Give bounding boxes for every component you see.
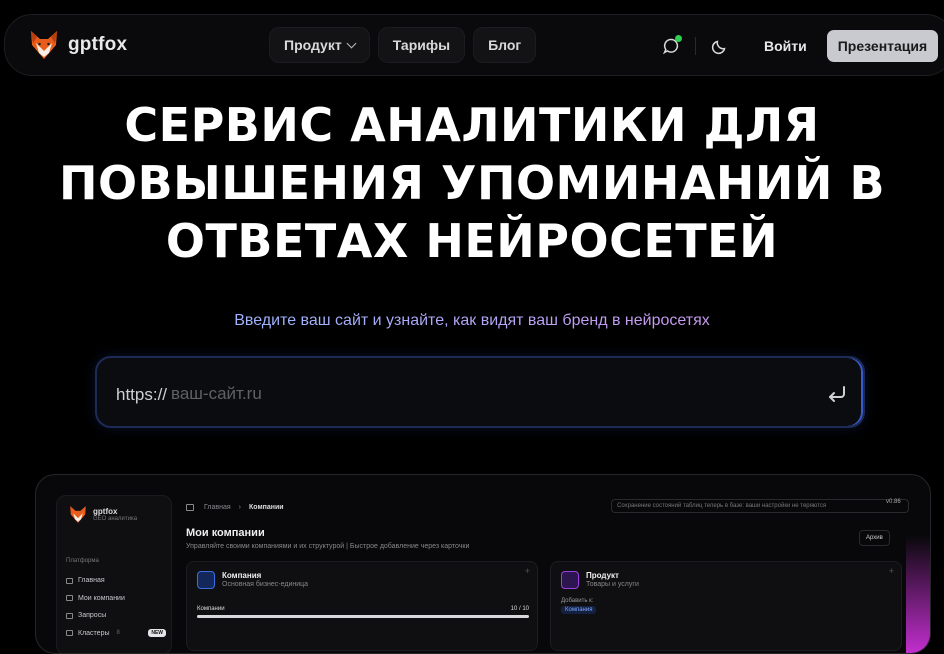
- logo[interactable]: gptfox: [29, 31, 127, 59]
- nav-actions: Войти Презентация: [657, 30, 939, 62]
- login-link[interactable]: Войти: [764, 38, 807, 54]
- fox-logo-icon: [31, 31, 57, 59]
- fox-logo-icon: [70, 506, 86, 523]
- breadcrumb: Главная › Компании: [204, 504, 284, 511]
- theme-toggle[interactable]: [706, 32, 734, 60]
- sidebar-section-label: Платформа: [66, 558, 99, 564]
- card-title: Компания: [222, 571, 262, 580]
- box-icon: [561, 571, 579, 589]
- product-card[interactable]: Продукт Товары и услуги + Добавить к: Ко…: [550, 561, 902, 651]
- enter-return-icon: [829, 386, 845, 402]
- sidebar-item-clusters[interactable]: Кластеры 8 NEW: [66, 625, 166, 643]
- preview-topbar: Главная › Компании Сохранение состояний …: [186, 499, 914, 515]
- site-url-input[interactable]: [171, 380, 791, 408]
- divider: [695, 37, 696, 55]
- new-badge: NEW: [148, 629, 166, 638]
- moon-icon: [711, 40, 726, 55]
- presentation-button[interactable]: Презентация: [826, 30, 939, 62]
- folder-icon: [66, 595, 73, 602]
- top-navbar: gptfox Продукт Тарифы Блог Войти Презент…: [4, 14, 944, 76]
- sidebar-item-label: Запросы: [78, 612, 107, 620]
- sidebar-item-home[interactable]: Главная: [66, 572, 166, 590]
- accent-glow: [906, 535, 930, 653]
- layers-icon: [66, 630, 73, 637]
- hero-subtitle: Введите ваш сайт и узнайте, как видят ва…: [0, 312, 944, 330]
- card-desc: Основная бизнес-единица: [222, 581, 309, 588]
- save-state-note: Сохранение состояний таблиц теперь в баз…: [611, 499, 909, 513]
- add-icon[interactable]: +: [525, 566, 530, 576]
- building-icon: [197, 571, 215, 589]
- breadcrumb-current: Компании: [249, 503, 284, 511]
- add-icon[interactable]: +: [889, 566, 894, 576]
- online-status-dot: [675, 35, 682, 42]
- hero-title-line: ПОВЫШЕНИЯ УПОМИНАНИЙ В: [58, 156, 886, 210]
- card-progress-row: Компании 10 / 10: [197, 606, 529, 612]
- chevron-down-icon: [346, 38, 357, 48]
- menu-blog[interactable]: Блог: [473, 27, 537, 63]
- progress-value: 10 / 10: [510, 606, 529, 612]
- card-desc: Товары и услуги: [586, 581, 639, 588]
- company-tag[interactable]: Компания: [561, 606, 597, 614]
- sidebar-item-label: Кластеры: [78, 629, 110, 637]
- chat-button[interactable]: [657, 32, 685, 60]
- archive-button[interactable]: Архив: [859, 530, 890, 546]
- hero-title-line: СЕРВИС АНАЛИТИКИ ДЛЯ: [124, 98, 820, 152]
- sidebar-item-companies[interactable]: Мои компании: [66, 590, 166, 608]
- sidebar-item-queries[interactable]: Запросы: [66, 607, 166, 625]
- preview-brand: gptfox GEO аналитика: [69, 506, 137, 523]
- menu-product[interactable]: Продукт: [269, 27, 370, 63]
- sidebar-item-label: Мои компании: [78, 594, 125, 602]
- hero-title-line: ОТВЕТАХ НЕЙРОСЕТЕЙ: [165, 214, 779, 268]
- breadcrumb-separator: ›: [238, 503, 241, 511]
- url-prefix: https://: [116, 385, 168, 404]
- menu-product-label: Продукт: [284, 37, 342, 53]
- company-card[interactable]: Компания Основная бизнес-единица + Компа…: [186, 561, 538, 651]
- menu-pricing-label: Тарифы: [392, 37, 451, 53]
- sidebar-toggle-icon[interactable]: [186, 503, 194, 511]
- search-icon: [66, 612, 73, 619]
- progress-bar: [197, 615, 529, 618]
- dashboard-preview: gptfox GEO аналитика Платформа Главная М…: [35, 474, 931, 654]
- main-menu: Продукт Тарифы Блог: [269, 27, 537, 63]
- cluster-count: 8: [116, 630, 120, 637]
- card-title: Продукт: [586, 571, 619, 580]
- progress-label: Компании: [197, 606, 225, 612]
- logo-text: gptfox: [68, 34, 128, 55]
- archive-label: Архив: [866, 535, 883, 541]
- preview-sidebar: gptfox GEO аналитика Платформа Главная М…: [56, 495, 172, 653]
- preview-brand-name: gptfox: [93, 507, 118, 516]
- page-title: Мои компании: [186, 527, 265, 539]
- submit-button[interactable]: [825, 382, 849, 406]
- menu-pricing[interactable]: Тарифы: [377, 27, 466, 63]
- grid-icon: [66, 577, 73, 584]
- site-search-box: https://: [95, 356, 865, 428]
- menu-blog-label: Блог: [488, 37, 522, 53]
- version-label: v0.86: [886, 499, 901, 505]
- breadcrumb-home[interactable]: Главная: [204, 504, 231, 511]
- hero-title: СЕРВИС АНАЛИТИКИ ДЛЯ ПОВЫШЕНИЯ УПОМИНАНИ…: [0, 96, 944, 270]
- preview-brand-sub: GEO аналитика: [93, 516, 138, 522]
- sidebar-item-label: Главная: [78, 577, 105, 585]
- add-to-label: Добавить к:: [561, 598, 594, 604]
- progress-fill: [197, 615, 529, 618]
- page-subtitle: Управляйте своими компаниями и их структ…: [186, 543, 470, 550]
